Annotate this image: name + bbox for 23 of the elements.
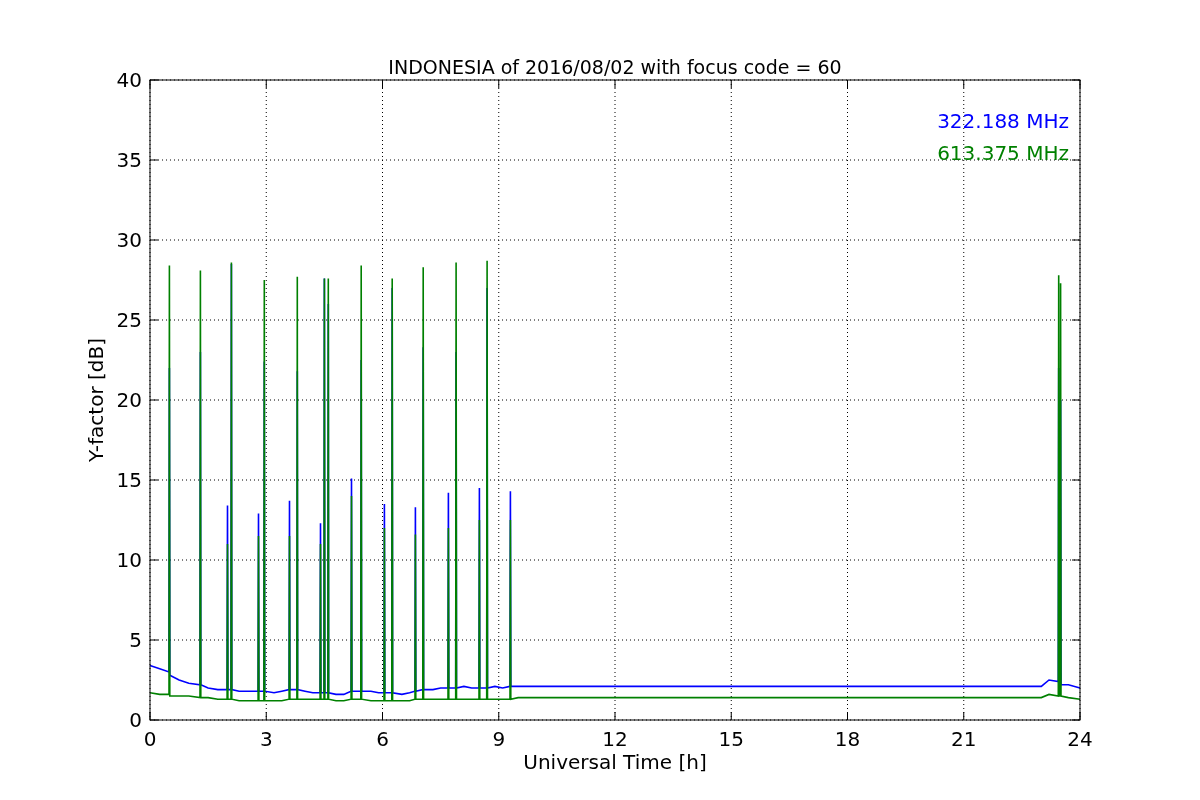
y-axis-label: Y-factor [dB] bbox=[84, 338, 108, 462]
x-tick-label: 3 bbox=[259, 727, 273, 751]
legend-label: 322.188 MHz bbox=[937, 109, 1069, 133]
x-tick-label: 21 bbox=[951, 727, 977, 751]
x-tick-label: 18 bbox=[834, 727, 861, 751]
y-tick-label: 20 bbox=[116, 388, 142, 412]
y-tick-label: 25 bbox=[116, 308, 142, 332]
x-tick-label: 24 bbox=[1067, 727, 1093, 751]
x-axis-label: Universal Time [h] bbox=[523, 750, 707, 774]
x-tick-label: 9 bbox=[492, 727, 506, 751]
y-tick-label: 10 bbox=[116, 548, 142, 572]
x-tick-label: 0 bbox=[143, 727, 157, 751]
chart-title: INDONESIA of 2016/08/02 with focus code = 60 bbox=[388, 56, 842, 78]
legend-label: 613.375 MHz bbox=[937, 141, 1069, 165]
x-tick-label: 6 bbox=[376, 727, 389, 751]
y-tick-label: 15 bbox=[116, 468, 142, 492]
y-tick-label: 40 bbox=[116, 68, 142, 92]
x-tick-label: 15 bbox=[718, 727, 744, 751]
y-tick-label: 0 bbox=[129, 708, 142, 732]
y-tick-label: 35 bbox=[116, 148, 142, 172]
y-tick-label: 5 bbox=[129, 628, 142, 652]
y-tick-label: 30 bbox=[116, 228, 142, 252]
x-tick-label: 12 bbox=[602, 727, 628, 751]
